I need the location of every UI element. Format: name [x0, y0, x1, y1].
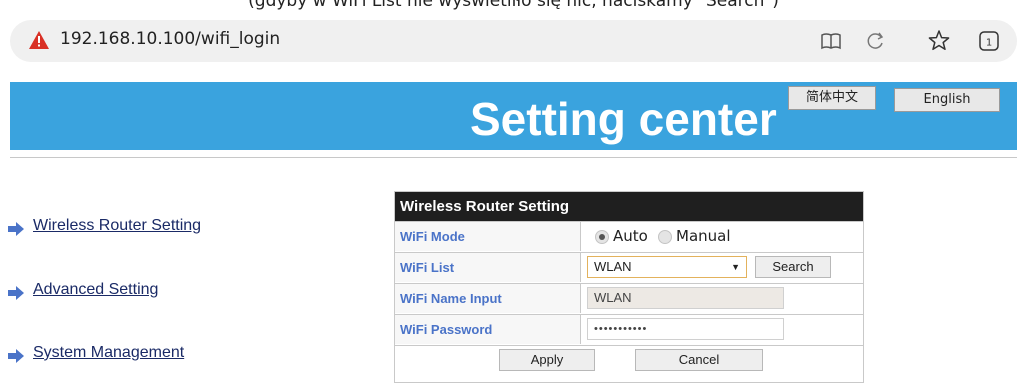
- auto-radio-label[interactable]: Auto: [613, 227, 648, 245]
- reload-icon[interactable]: [862, 28, 888, 54]
- panel-title: Wireless Router Setting: [395, 192, 863, 221]
- wifi-name-input[interactable]: WLAN: [587, 287, 784, 309]
- wifi-password-row: WiFi Password •••••••••••: [395, 314, 863, 344]
- tabs-icon[interactable]: 1: [976, 28, 1002, 54]
- wifi-password-input[interactable]: •••••••••••: [587, 318, 784, 340]
- settings-banner: Setting center 简体中文 English: [10, 82, 1017, 150]
- reader-mode-icon[interactable]: [818, 28, 844, 54]
- dropdown-arrow-icon: ▼: [731, 262, 740, 272]
- english-language-button[interactable]: English: [894, 88, 1000, 112]
- wireless-router-setting-panel: Wireless Router Setting WiFi Mode Auto M…: [394, 191, 864, 383]
- search-button[interactable]: Search: [755, 256, 831, 278]
- wifi-password-label: WiFi Password: [395, 315, 581, 344]
- url-text[interactable]: 192.168.10.100/wifi_login: [60, 29, 280, 49]
- nav-link-wireless-router-setting[interactable]: Wireless Router Setting: [33, 217, 201, 235]
- security-warning-icon[interactable]: [28, 30, 50, 50]
- manual-radio-label[interactable]: Manual: [676, 227, 731, 245]
- wifi-mode-label: WiFi Mode: [395, 222, 581, 251]
- auto-radio[interactable]: [595, 230, 609, 244]
- wifi-list-label: WiFi List: [395, 253, 581, 282]
- wifi-list-selected-value: WLAN: [594, 259, 632, 274]
- wifi-name-row: WiFi Name Input WLAN: [395, 283, 863, 313]
- wifi-mode-row: WiFi Mode Auto Manual: [395, 221, 863, 251]
- nav-link-advanced-setting[interactable]: Advanced Setting: [33, 281, 158, 299]
- browser-address-bar: 192.168.10.100/wifi_login 1: [0, 20, 1027, 68]
- wifi-list-select[interactable]: WLAN ▼: [587, 256, 747, 278]
- cancel-button[interactable]: Cancel: [635, 349, 763, 371]
- arrow-right-icon: [8, 349, 24, 363]
- wifi-list-row: WiFi List WLAN ▼ Search: [395, 252, 863, 282]
- bookmark-star-icon[interactable]: [926, 28, 952, 54]
- svg-text:1: 1: [986, 38, 992, 49]
- page-caption: (gdyby w WiFi List nie wyświetliło się n…: [248, 0, 779, 11]
- banner-title: Setting center: [470, 93, 777, 145]
- arrow-right-icon: [8, 222, 24, 236]
- arrow-right-icon: [8, 286, 24, 300]
- banner-divider: [10, 157, 1017, 158]
- manual-radio[interactable]: [658, 230, 672, 244]
- action-row: Apply Cancel: [395, 345, 863, 383]
- nav-link-system-management[interactable]: System Management: [33, 344, 184, 362]
- chinese-language-button[interactable]: 简体中文: [788, 86, 876, 110]
- wifi-name-label: WiFi Name Input: [395, 284, 581, 313]
- apply-button[interactable]: Apply: [499, 349, 595, 371]
